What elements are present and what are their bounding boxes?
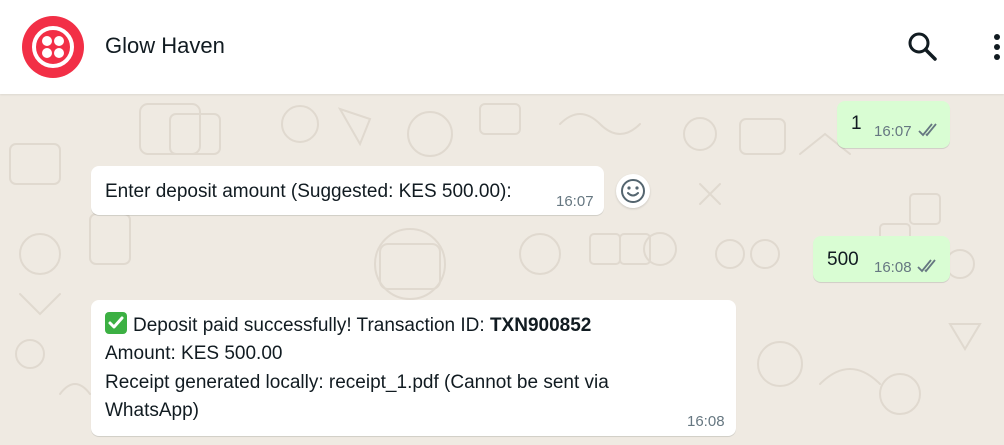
chat-header: Glow Haven bbox=[0, 0, 1004, 94]
react-button[interactable] bbox=[616, 174, 650, 208]
message-line-4: WhatsApp) bbox=[105, 400, 199, 421]
message-incoming[interactable]: Deposit paid successfully! Transaction I… bbox=[91, 300, 736, 436]
chat-area[interactable]: 1 16:07 Enter deposit amount (Suggested:… bbox=[0, 94, 1004, 445]
smiley-icon bbox=[621, 179, 645, 203]
message-text: 1 bbox=[851, 113, 862, 134]
search-button[interactable] bbox=[906, 30, 938, 62]
transaction-id: TXN900852 bbox=[489, 315, 592, 336]
message-text: 500 bbox=[827, 249, 859, 270]
more-vertical-icon bbox=[994, 34, 1000, 40]
double-check-icon bbox=[917, 259, 936, 273]
check-mark-emoji-icon bbox=[105, 312, 127, 334]
message-time: 16:08 bbox=[687, 413, 725, 430]
contact-name[interactable]: Glow Haven bbox=[105, 33, 225, 59]
message-incoming[interactable]: Enter deposit amount (Suggested: KES 500… bbox=[91, 166, 604, 215]
double-check-icon bbox=[918, 123, 937, 137]
search-icon bbox=[908, 32, 937, 61]
more-options-button[interactable] bbox=[990, 32, 1004, 66]
message-line-2: Amount: KES 500.00 bbox=[105, 343, 283, 364]
message-outgoing[interactable]: 1 16:07 bbox=[837, 101, 950, 148]
message-outgoing[interactable]: 500 16:08 bbox=[813, 236, 950, 282]
message-line-3: Receipt generated locally: receipt_1.pdf… bbox=[105, 372, 609, 393]
message-line-1: Deposit paid successfully! Transaction I… bbox=[105, 312, 591, 337]
message-time: 16:08 bbox=[874, 259, 912, 276]
contact-avatar[interactable] bbox=[22, 16, 84, 78]
twilio-logo-icon bbox=[32, 26, 74, 68]
message-time: 16:07 bbox=[556, 193, 594, 210]
message-time: 16:07 bbox=[874, 123, 912, 140]
message-text: Enter deposit amount (Suggested: KES 500… bbox=[105, 181, 512, 202]
message-text: Deposit paid successfully! Transaction I… bbox=[133, 315, 490, 336]
